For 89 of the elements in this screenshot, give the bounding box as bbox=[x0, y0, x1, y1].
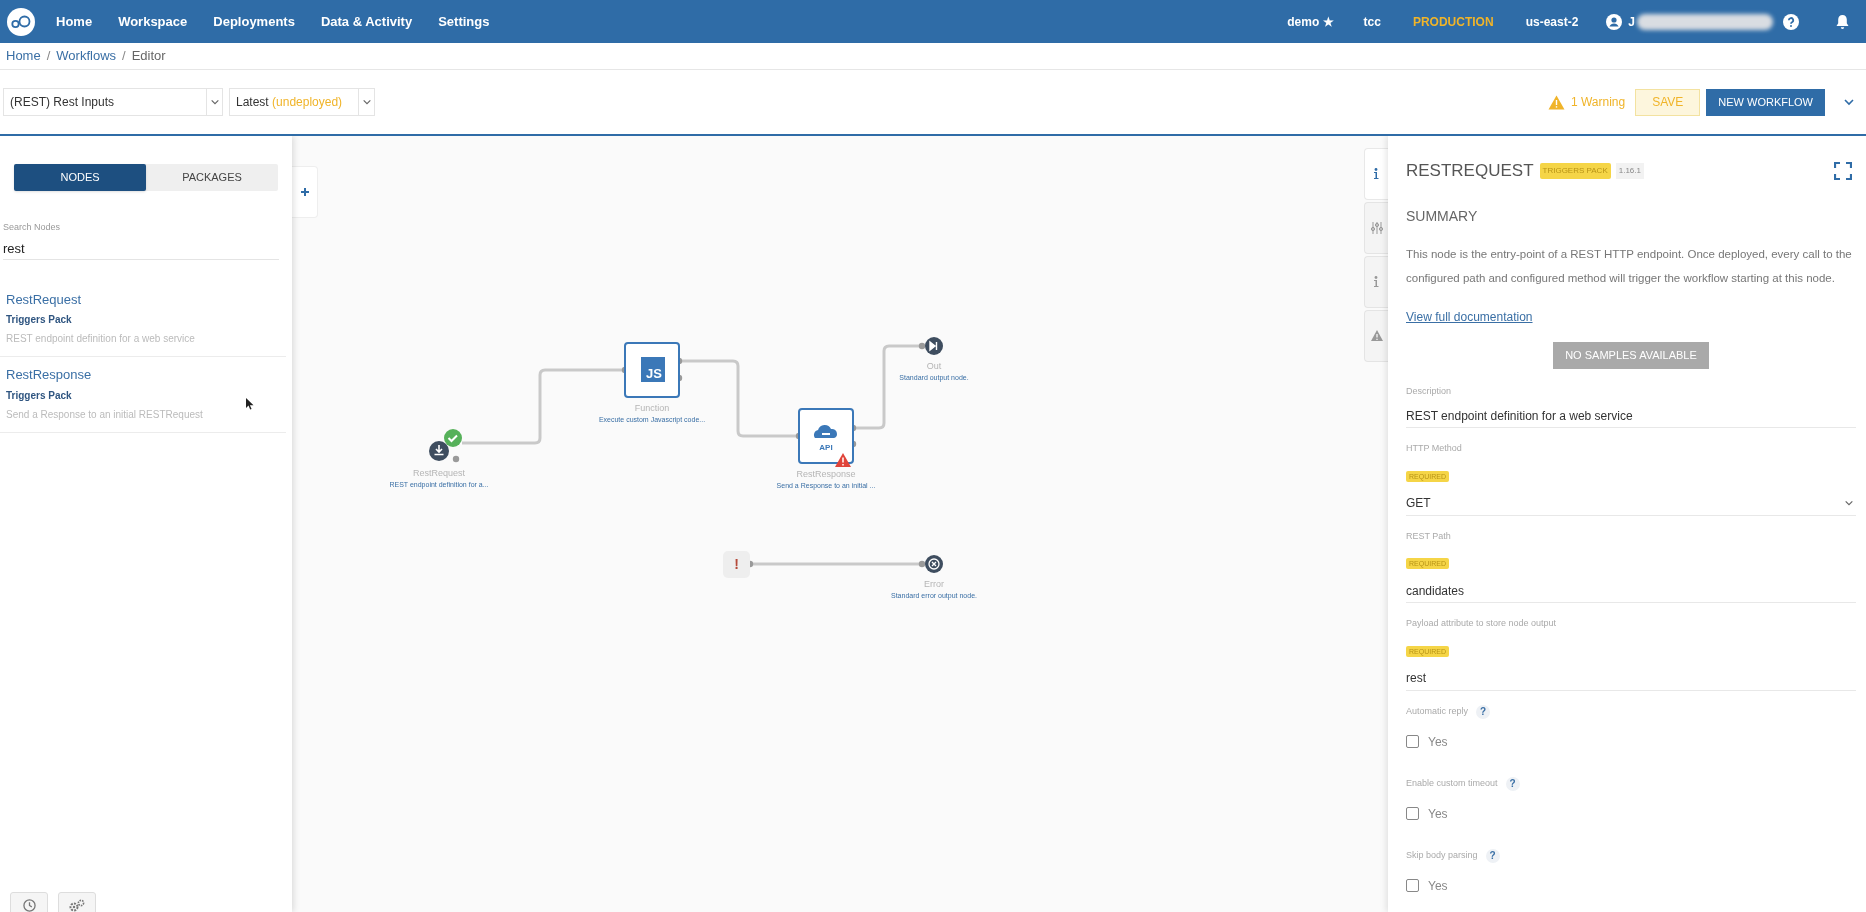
org-link[interactable]: demo ★ bbox=[1287, 12, 1334, 31]
nav-link[interactable]: Home bbox=[56, 11, 93, 32]
panel-tab[interactable]: PACKAGES bbox=[146, 164, 278, 191]
warning-icon bbox=[1369, 329, 1384, 343]
nav-link[interactable]: Data & Activity bbox=[320, 11, 413, 32]
checkbox-label: Yes bbox=[1428, 733, 1448, 751]
gears-icon bbox=[69, 898, 85, 912]
text-field[interactable]: candidates bbox=[1406, 579, 1856, 603]
environment-link[interactable]: PRODUCTION bbox=[1412, 12, 1494, 31]
node-description: Send a Response to an initial RESTRequest bbox=[6, 407, 204, 422]
clock-icon bbox=[22, 898, 36, 912]
panel-tab[interactable]: NODES bbox=[14, 164, 146, 191]
tenant-link[interactable]: tcc bbox=[1363, 12, 1381, 31]
checkbox[interactable] bbox=[1406, 807, 1419, 820]
node-package: Triggers Pack bbox=[6, 388, 73, 403]
nav-link[interactable]: Settings bbox=[438, 11, 490, 32]
field-label: Enable custom timeout bbox=[1406, 776, 1498, 790]
breadcrumb-separator: / bbox=[122, 47, 126, 66]
history-button[interactable] bbox=[10, 892, 48, 912]
api-node[interactable]: API bbox=[798, 408, 854, 464]
field-label: Automatic reply bbox=[1406, 704, 1469, 718]
node-list-item[interactable]: RestRequest Triggers Pack REST endpoint definition for a web service bbox=[0, 281, 286, 357]
add-node-button[interactable] bbox=[292, 166, 318, 218]
node-label: RestResponse bbox=[796, 469, 856, 479]
settings-button[interactable] bbox=[58, 892, 96, 912]
version-status: (undeployed) bbox=[272, 95, 343, 109]
node-label: Error bbox=[924, 579, 944, 589]
output-node[interactable] bbox=[925, 337, 943, 355]
breadcrumb-link[interactable]: Workflows bbox=[56, 46, 117, 66]
new-workflow-button[interactable]: NEW WORKFLOW bbox=[1706, 88, 1825, 116]
text-field[interactable]: REST endpoint definition for a web service bbox=[1406, 404, 1856, 428]
fullscreen-icon[interactable] bbox=[1834, 161, 1852, 180]
help-icon[interactable]: ? bbox=[1505, 776, 1520, 791]
node-label: Function bbox=[634, 403, 670, 413]
chevron-down-icon bbox=[361, 97, 372, 107]
port-dot bbox=[918, 560, 926, 568]
field-label: Description bbox=[1406, 384, 1452, 398]
field-label: Payload attribute to store node output bbox=[1406, 617, 1557, 630]
chevron-down-icon[interactable] bbox=[1843, 96, 1855, 108]
method-select[interactable]: GET bbox=[1406, 491, 1856, 516]
checkbox[interactable] bbox=[1406, 879, 1419, 892]
version-label: Latest bbox=[236, 95, 269, 109]
breadcrumb-link[interactable]: Home bbox=[6, 46, 41, 66]
checkbox-label: Yes bbox=[1428, 877, 1448, 895]
user-name[interactable]: J bbox=[1628, 12, 1635, 31]
summary-text: This node is the entry-point of a REST HTTP endpoint. Once deployed, every call to the configured path and configured method will trigger the workflow starting at this node. bbox=[1406, 246, 1853, 286]
node-label: Out bbox=[926, 361, 942, 371]
panel-title: RESTREQUEST bbox=[1406, 160, 1534, 182]
version-select[interactable]: Latest (undeployed) bbox=[229, 88, 375, 116]
breadcrumb-current: Editor bbox=[131, 47, 166, 66]
side-tab[interactable] bbox=[1364, 310, 1388, 362]
documentation-link[interactable]: View full documentation bbox=[1406, 307, 1533, 326]
logo-icon[interactable] bbox=[6, 6, 36, 37]
workflow-select[interactable]: (REST) Rest Inputs bbox=[3, 88, 223, 116]
node-package: Triggers Pack bbox=[6, 313, 73, 327]
search-field[interactable]: rest bbox=[3, 237, 279, 260]
node-label: RestRequest bbox=[413, 468, 465, 478]
checkbox-label: Yes bbox=[1428, 805, 1448, 823]
sliders-icon bbox=[1369, 221, 1384, 235]
node-name: RestResponse bbox=[6, 366, 93, 384]
bell-icon[interactable] bbox=[1835, 13, 1850, 30]
field-label: REST Path bbox=[1406, 529, 1451, 543]
help-icon[interactable]: ? bbox=[1485, 848, 1500, 863]
field-label: Skip body parsing bbox=[1406, 848, 1478, 862]
port-dot bbox=[918, 342, 926, 350]
field-label: HTTP Method bbox=[1406, 442, 1462, 455]
user-icon[interactable] bbox=[1606, 13, 1623, 30]
port-dot bbox=[452, 455, 460, 463]
chevron-down-icon bbox=[1844, 498, 1854, 508]
node-description: REST endpoint definition for a web service bbox=[6, 332, 196, 346]
error-trigger-node[interactable]: ! bbox=[723, 551, 750, 578]
plus-icon bbox=[299, 187, 310, 197]
region-link[interactable]: us-east-2 bbox=[1525, 12, 1579, 31]
breadcrumb-separator: / bbox=[46, 47, 51, 66]
help-icon[interactable]: ? bbox=[1476, 704, 1491, 719]
section-heading: SUMMARY bbox=[1406, 206, 1479, 226]
search-label: Search Nodes bbox=[2, 221, 62, 234]
version-tag: 1.16.1 bbox=[1615, 162, 1644, 179]
nav-link[interactable]: Deployments bbox=[213, 11, 295, 32]
text-field[interactable]: rest bbox=[1406, 666, 1856, 691]
help-icon[interactable] bbox=[1783, 13, 1799, 30]
node-name: RestRequest bbox=[6, 290, 83, 309]
chevron-down-icon bbox=[209, 97, 220, 107]
function-node[interactable]: JS bbox=[624, 342, 680, 398]
checkbox[interactable] bbox=[1406, 735, 1419, 748]
nav-link[interactable]: Workspace bbox=[118, 11, 188, 32]
mouse-cursor-icon bbox=[246, 398, 254, 410]
error-output-node[interactable] bbox=[925, 555, 943, 573]
download-node[interactable] bbox=[429, 441, 449, 461]
